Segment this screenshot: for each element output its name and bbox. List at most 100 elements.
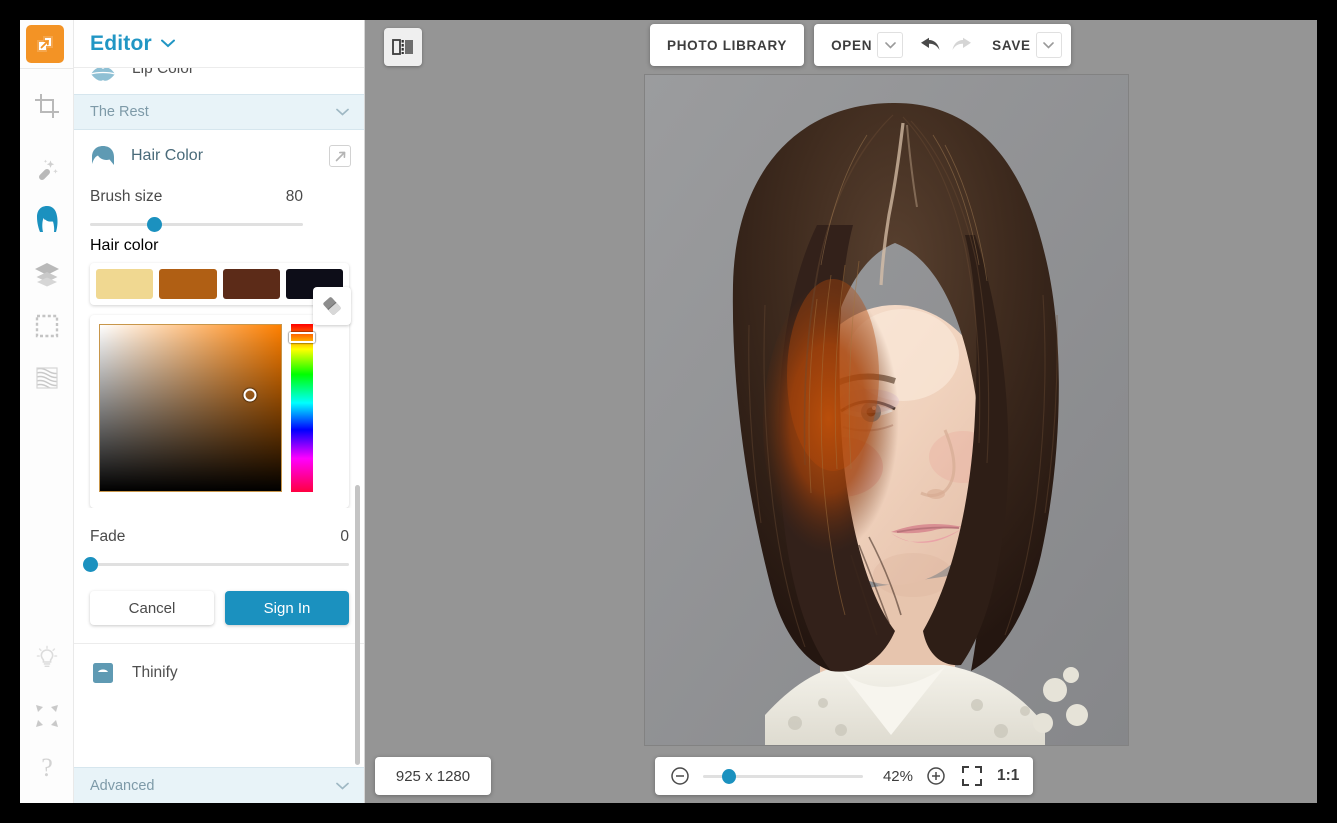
photo-library-button[interactable]: PHOTO LIBRARY xyxy=(650,24,804,66)
redo-arrow-icon xyxy=(951,35,975,55)
external-link-icon[interactable] xyxy=(329,145,351,167)
panel-header[interactable]: Editor xyxy=(74,20,365,68)
brush-size-control: Brush size 80 xyxy=(74,182,365,235)
compare-view-button[interactable] xyxy=(384,28,422,66)
panel-scrollbar[interactable] xyxy=(355,485,360,765)
swatch-blonde[interactable] xyxy=(96,269,153,299)
canvas-area: PHOTO LIBRARY OPEN SAVE xyxy=(365,20,1317,803)
list-item-label: Thinify xyxy=(132,664,178,682)
zoom-in-circle-icon xyxy=(926,766,946,786)
chevron-down-icon xyxy=(336,105,349,119)
brush-size-label: Brush size xyxy=(90,188,162,206)
slider-handle[interactable] xyxy=(722,769,736,784)
swatch-dark-brown[interactable] xyxy=(223,269,280,299)
color-picker-handle[interactable] xyxy=(244,388,257,401)
eraser-icon xyxy=(321,295,343,317)
top-toolbar: PHOTO LIBRARY OPEN SAVE xyxy=(650,24,1071,66)
section-label: Advanced xyxy=(90,778,155,794)
section-header-the-rest[interactable]: The Rest xyxy=(74,94,365,130)
save-button[interactable]: SAVE xyxy=(980,24,1040,66)
help-icon: ? xyxy=(41,753,53,783)
open-dropdown-chevron-down-icon[interactable] xyxy=(877,32,903,58)
sidebar-item-touch-up[interactable] xyxy=(29,152,65,188)
photo-library-group: PHOTO LIBRARY xyxy=(650,24,804,66)
crop-icon xyxy=(34,93,60,119)
compare-split-view-icon xyxy=(392,37,414,57)
actual-size-button[interactable]: 1:1 xyxy=(997,767,1019,785)
photo-canvas[interactable] xyxy=(645,75,1128,745)
portrait-photo xyxy=(645,75,1128,745)
undo-button[interactable] xyxy=(912,24,946,66)
fade-label: Fade xyxy=(90,528,125,546)
lips-icon xyxy=(88,68,118,89)
undo-arrow-icon xyxy=(917,35,941,55)
list-item-lip-color[interactable]: Lip Color xyxy=(74,68,365,94)
tool-header-hair-color[interactable]: Hair Color xyxy=(74,130,365,182)
slider-track xyxy=(90,563,349,566)
open-button[interactable]: OPEN xyxy=(814,24,881,66)
zoom-out-circle-icon xyxy=(670,766,690,786)
zoom-toolbar: 42% 1:1 xyxy=(655,757,1033,795)
fade-slider[interactable] xyxy=(90,553,349,575)
chevron-down-icon[interactable] xyxy=(161,35,175,53)
sidebar-item-frame[interactable] xyxy=(29,308,65,344)
saturation-value-area[interactable] xyxy=(99,324,282,492)
sidebar-item-hair[interactable] xyxy=(29,201,65,237)
fit-to-screen-icon xyxy=(961,765,983,787)
slider-handle[interactable] xyxy=(83,557,98,572)
chevron-down-icon xyxy=(336,779,349,793)
editor-panel: Editor Lip Color The Rest xyxy=(74,20,365,803)
save-dropdown-chevron-down-icon[interactable] xyxy=(1036,32,1062,58)
texture-icon xyxy=(34,365,60,391)
sidebar-item-texture[interactable] xyxy=(29,360,65,396)
zoom-slider[interactable] xyxy=(703,766,863,786)
zoom-in-button[interactable] xyxy=(925,765,947,787)
sidebar-item-expand[interactable] xyxy=(29,698,65,734)
hair-color-swatches xyxy=(90,263,349,305)
hair-color-label: Hair color xyxy=(90,237,158,254)
sign-in-button[interactable]: Sign In xyxy=(225,591,349,625)
fade-control: Fade 0 xyxy=(74,508,365,575)
zoom-percent: 42% xyxy=(875,768,913,785)
cancel-button[interactable]: Cancel xyxy=(90,591,214,625)
section-label: The Rest xyxy=(90,104,149,120)
layers-icon xyxy=(33,260,61,288)
touch-up-wand-icon xyxy=(34,157,60,183)
slider-handle[interactable] xyxy=(147,217,162,232)
list-item-label: Lip Color xyxy=(132,68,194,78)
zoom-out-button[interactable] xyxy=(669,765,691,787)
image-dimensions: 925 x 1280 xyxy=(375,757,491,795)
black-gradient xyxy=(100,325,281,491)
action-buttons: Cancel Sign In xyxy=(74,575,365,625)
sidebar-item-help[interactable]: ? xyxy=(29,750,65,786)
hue-slider[interactable] xyxy=(291,324,313,492)
swatch-auburn[interactable] xyxy=(159,269,216,299)
file-actions-group: OPEN SAVE xyxy=(814,24,1071,66)
fade-value: 0 xyxy=(340,528,349,546)
app-window: ? Editor Lip Color T xyxy=(20,20,1317,803)
slider-track xyxy=(90,223,303,226)
tool-name: Hair Color xyxy=(131,147,203,165)
sidebar-item-crop[interactable] xyxy=(29,88,65,124)
sidebar-item-layers[interactable] xyxy=(29,256,65,292)
icon-rail: ? xyxy=(20,20,74,803)
hue-slider-handle[interactable] xyxy=(289,332,315,343)
photo-editor-arrow-logo[interactable] xyxy=(26,25,64,63)
brush-size-slider[interactable] xyxy=(90,213,303,235)
section-header-advanced[interactable]: Advanced xyxy=(74,767,365,803)
hair-color-control: Hair color xyxy=(74,235,365,255)
fit-to-screen-button[interactable] xyxy=(959,765,985,787)
panel-scroll-body: Lip Color The Rest Hai xyxy=(74,68,365,803)
rail-divider xyxy=(20,68,74,69)
list-item-thinify[interactable]: Thinify xyxy=(74,644,365,702)
expand-icon xyxy=(34,703,60,729)
page-title: Editor xyxy=(90,32,152,56)
hair-icon xyxy=(88,141,118,171)
eraser-button[interactable] xyxy=(313,287,351,325)
brush-size-value: 80 xyxy=(286,188,303,206)
redo-button[interactable] xyxy=(946,24,980,66)
frame-icon xyxy=(34,313,60,339)
sidebar-item-ideas[interactable] xyxy=(29,640,65,676)
lightbulb-icon xyxy=(34,645,60,671)
color-picker xyxy=(90,315,349,508)
